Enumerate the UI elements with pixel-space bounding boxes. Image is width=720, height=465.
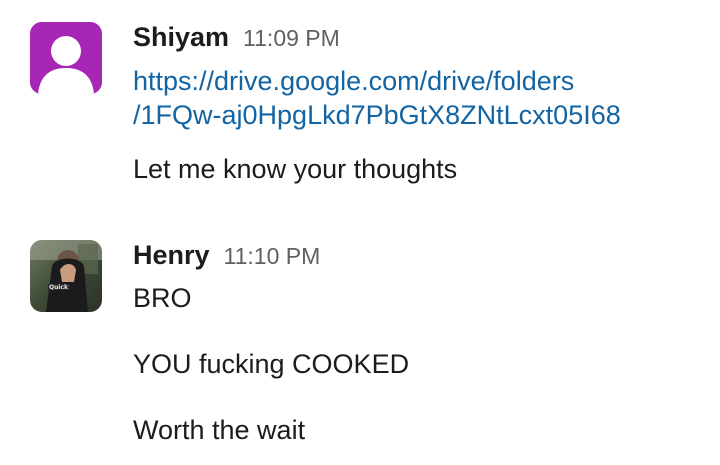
sender-name[interactable]: Henry [133, 240, 210, 271]
default-user-icon [30, 22, 102, 94]
drive-link-line1: https://drive.google.com/drive/folders [133, 66, 575, 96]
message-line: YOU fucking COOKED [133, 349, 410, 379]
message-line: BRO [133, 283, 192, 313]
avatar-shiyam[interactable] [30, 22, 102, 94]
timestamp[interactable]: 11:10 PM [224, 243, 321, 270]
message-header: Henry 11:10 PM [133, 240, 710, 276]
user-photo-icon: Quick [30, 240, 102, 312]
message-header: Shiyam 11:09 PM [133, 22, 710, 58]
message-pane: Shiyam 11:09 PM https://drive.google.com… [0, 0, 720, 465]
message-content: Henry 11:10 PM BRO YOU fucking COOKED Wo… [133, 240, 710, 447]
drive-link[interactable]: https://drive.google.com/drive/folders /… [133, 64, 710, 132]
message-text: Let me know your thoughts [133, 154, 458, 184]
message-content: Shiyam 11:09 PM https://drive.google.com… [133, 22, 710, 186]
message-shiyam: Shiyam 11:09 PM https://drive.google.com… [30, 22, 710, 212]
drive-link-line2: /1FQw-aj0HpgLkd7PbGtX8ZNtLcxt05I68 [133, 100, 621, 130]
message-line: Worth the wait [133, 415, 306, 445]
timestamp[interactable]: 11:09 PM [243, 25, 340, 52]
message-henry: Quick Henry 11:10 PM BRO YOU fucking COO… [30, 240, 710, 455]
avatar-henry[interactable]: Quick [30, 240, 102, 312]
shirt-logo-text: Quick [49, 284, 69, 291]
sender-name[interactable]: Shiyam [133, 22, 229, 53]
